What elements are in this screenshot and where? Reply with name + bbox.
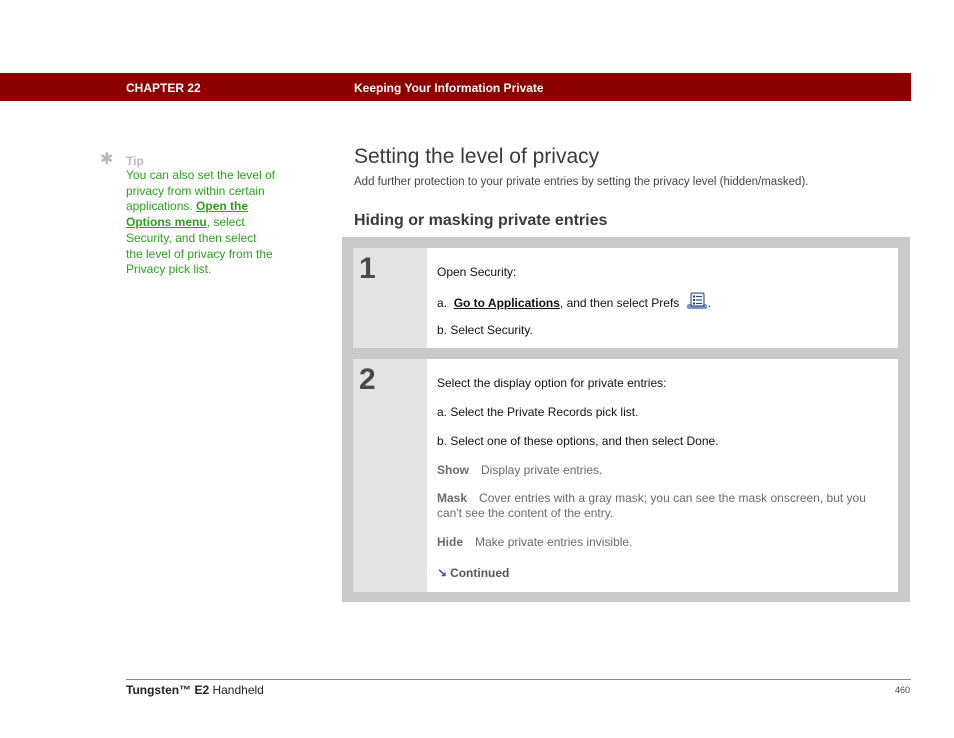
chapter-number: CHAPTER 22 [126, 81, 201, 95]
footer-product: Tungsten™ E2 Handheld [126, 683, 264, 697]
arrow-down-right-icon: ↘ [437, 566, 448, 580]
prefs-icon [686, 292, 708, 313]
option-show: Show Display private entries. [437, 463, 602, 477]
step-body: Open Security: a. Go to Applications, an… [427, 248, 898, 348]
tip-text: You can also set the level of privacy fr… [126, 168, 275, 277]
option-text: Make private entries invisible. [475, 535, 633, 549]
section-heading: Hiding or masking private entries [354, 212, 608, 229]
option-label: Mask [437, 491, 468, 505]
tip-label: Tip [126, 154, 144, 168]
page-title: Setting the level of privacy [354, 145, 600, 168]
continued-label: Continued [450, 566, 510, 580]
step-substep-a: a. Select the Private Records pick list. [437, 405, 639, 419]
step-substep-b: b. Select one of these options, and then… [437, 434, 719, 448]
step-body: Select the display option for private en… [427, 359, 898, 592]
option-text: Cover entries with a gray mask; you can … [437, 491, 866, 520]
step-substep-b: b. Select Security. [437, 323, 533, 337]
option-label: Show [437, 463, 469, 477]
step-intro: Select the display option for private en… [437, 376, 667, 390]
chapter-header-bar: CHAPTER 22 Keeping Your Information Priv… [0, 73, 911, 101]
option-label: Hide [437, 535, 464, 549]
continued-link[interactable]: ↘ Continued [437, 566, 509, 580]
asterisk-icon: ✱ [100, 151, 114, 168]
step-intro: Open Security: [437, 265, 517, 279]
step-number: 2 [359, 363, 376, 396]
page-number: 460 [895, 685, 911, 695]
option-hide: Hide Make private entries invisible. [437, 535, 632, 549]
page-intro: Add further protection to your private e… [354, 176, 809, 188]
option-text: Display private entries. [481, 463, 603, 477]
chapter-title: Keeping Your Information Private [354, 81, 544, 95]
step-2: 2 Select the display option for private … [353, 359, 898, 592]
footer-divider [126, 679, 911, 680]
option-mask: Mask Cover entries with a gray mask; you … [437, 491, 892, 520]
go-to-applications-link[interactable]: Go to Applications [454, 296, 560, 310]
step-substep-a: a. Go to Applications, and then select P… [437, 292, 711, 313]
step-number: 1 [359, 252, 376, 285]
step-1: 1 Open Security: a. Go to Applications, … [353, 248, 898, 348]
steps-panel: 1 Open Security: a. Go to Applications, … [342, 237, 910, 602]
